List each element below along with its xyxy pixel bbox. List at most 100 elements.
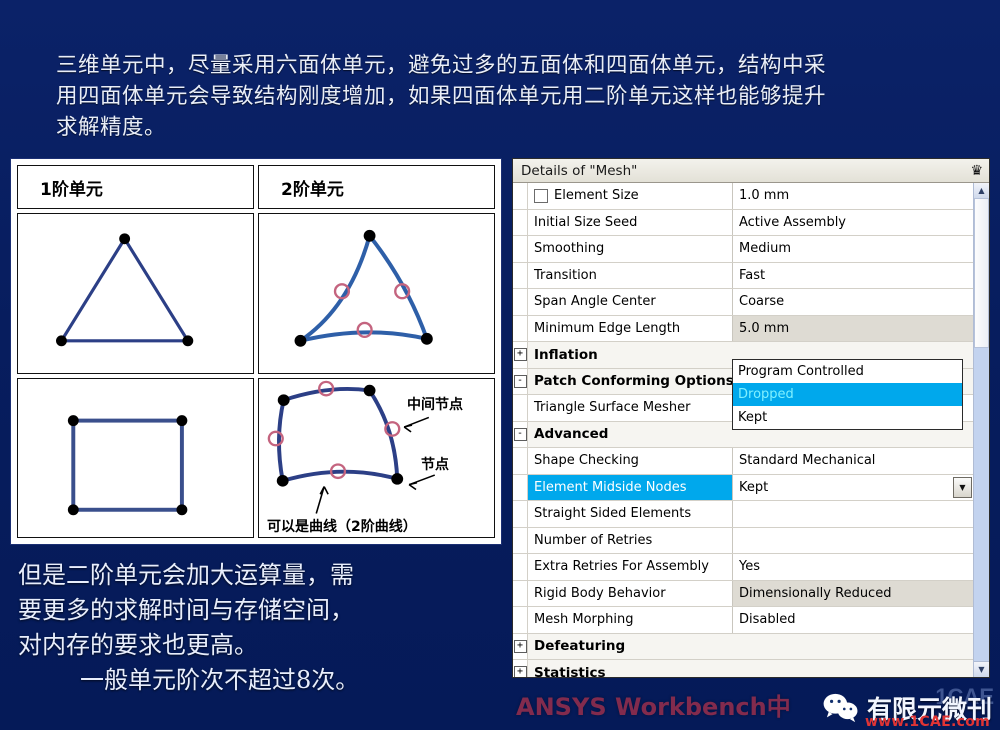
property-row[interactable]: Minimum Edge Length 5.0 mm <box>513 315 973 342</box>
property-name-label: Patch Conforming Options <box>534 373 734 390</box>
panel-body: Element Size 1.0 mm Initial Size Seed Activ… <box>513 183 989 677</box>
site-url-label: www.1CAE.com <box>864 714 990 730</box>
first-order-triangle-figure <box>17 213 254 374</box>
property-row[interactable]: Initial Size Seed Active Assembly <box>513 209 973 236</box>
property-name-cell[interactable]: Extra Retries For Assembly <box>528 554 733 580</box>
property-value-label: Standard Mechanical <box>739 453 876 469</box>
property-row[interactable]: Mesh Morphing Disabled <box>513 607 973 634</box>
property-row[interactable]: Rigid Body Behavior Dimensionally Reduced <box>513 580 973 607</box>
property-value-cell[interactable]: Medium <box>733 236 973 262</box>
property-value-cell[interactable]: Dimensionally Reduced <box>733 580 973 606</box>
row-gutter: + <box>513 633 528 659</box>
property-name-label: Rigid Body Behavior <box>534 585 666 601</box>
property-name-cell[interactable]: Shape Checking <box>528 448 733 474</box>
chevron-down-icon[interactable]: ▼ <box>953 476 972 498</box>
dropdown-option[interactable]: Kept <box>733 406 962 429</box>
property-name-cell[interactable]: Rigid Body Behavior <box>528 580 733 606</box>
bottom-paragraph: 但是二阶单元会加大运算量，需 要更多的求解时间与存储空间， 对内存的要求也更高。… <box>18 558 518 698</box>
property-value-cell[interactable] <box>733 501 973 527</box>
property-row[interactable]: Element Size 1.0 mm <box>513 183 973 210</box>
property-name-label: Advanced <box>534 426 609 443</box>
property-value-cell[interactable]: Kept ▼ <box>733 474 973 501</box>
wechat-icon-svg <box>823 693 858 723</box>
pin-icon[interactable]: ♛ <box>970 164 983 178</box>
annotation-midside-node: 中间节点 <box>407 396 463 413</box>
property-name-cell[interactable]: Smoothing <box>528 236 733 262</box>
property-value-cell[interactable]: 1.0 mm <box>733 183 973 209</box>
annotation-curve-note: 可以是曲线（2阶曲线） <box>267 518 417 535</box>
property-value-cell[interactable]: Standard Mechanical <box>733 448 973 474</box>
row-gutter <box>513 580 528 606</box>
property-value-cell[interactable] <box>796 634 973 660</box>
property-value-cell[interactable]: Coarse <box>733 289 973 315</box>
table-header-first-order: 1阶单元 <box>17 165 254 209</box>
property-name-cell[interactable]: Initial Size Seed <box>528 209 733 235</box>
property-name-cell[interactable]: Element Midside Nodes <box>528 474 733 500</box>
property-name-cell[interactable]: Minimum Edge Length <box>528 315 733 341</box>
property-row[interactable]: Transition Fast <box>513 262 973 289</box>
panel-title-label: Details of "Mesh" <box>521 162 638 179</box>
property-row[interactable]: Smoothing Medium <box>513 236 973 263</box>
expand-icon[interactable]: + <box>513 639 527 653</box>
second-order-triangle-figure <box>258 213 495 374</box>
row-gutter <box>513 209 528 235</box>
property-value-label: Disabled <box>739 612 796 628</box>
property-group-row[interactable]: + Defeaturing <box>513 633 973 660</box>
scrollbar-thumb[interactable] <box>974 198 989 348</box>
property-row[interactable]: Span Angle Center Coarse <box>513 289 973 316</box>
property-row[interactable]: Element Midside Nodes Kept ▼ <box>513 474 973 501</box>
property-name-label: Straight Sided Elements <box>534 506 692 522</box>
header-label: 2阶单元 <box>281 179 344 200</box>
property-name-cell[interactable]: Element Size <box>528 183 733 209</box>
property-name-cell[interactable]: Statistics <box>528 660 786 677</box>
quad-linear-svg <box>67 414 188 515</box>
scroll-down-button[interactable]: ▼ <box>974 661 989 677</box>
expand-icon[interactable]: + <box>513 348 527 362</box>
property-group-row[interactable]: + Statistics <box>513 660 973 677</box>
property-row[interactable]: Shape Checking Standard Mechanical <box>513 448 973 475</box>
property-value-cell[interactable]: Disabled <box>733 607 973 633</box>
first-order-quad-figure <box>17 377 254 538</box>
property-name-label: Triangle Surface Mesher <box>534 400 691 416</box>
element-order-comparison-table: 1阶单元 2阶单元 中间节点 节点 可以是曲线（2阶曲线） <box>10 158 502 545</box>
top-paragraph-line: 求解精度。 <box>56 115 167 140</box>
property-value-cell[interactable]: Fast <box>733 262 973 288</box>
property-row[interactable]: Straight Sided Elements <box>513 501 973 528</box>
expand-icon[interactable]: + <box>513 666 527 677</box>
property-name-cell[interactable]: Mesh Morphing <box>528 607 733 633</box>
property-value-cell[interactable]: Yes <box>733 554 973 580</box>
property-value-cell[interactable]: Active Assembly <box>733 209 973 235</box>
row-gutter <box>513 289 528 315</box>
midside-nodes-dropdown-list[interactable]: Program Controlled Dropped Kept <box>732 359 963 430</box>
dropdown-option[interactable]: Dropped <box>733 383 962 406</box>
property-name-cell[interactable]: Transition <box>528 262 733 288</box>
property-value-label: Dimensionally Reduced <box>739 585 892 601</box>
scroll-up-button[interactable]: ▲ <box>974 183 989 199</box>
ansys-watermark-text: ANSYS Workbench中 <box>516 693 791 721</box>
property-name-cell[interactable]: Triangle Surface Mesher <box>528 395 733 421</box>
row-gutter <box>513 236 528 262</box>
collapse-icon[interactable]: - <box>513 374 527 388</box>
table-header-second-order: 2阶单元 <box>258 165 495 209</box>
property-value-cell[interactable] <box>786 660 973 677</box>
value-combobox[interactable]: Kept ▼ <box>739 475 973 501</box>
checkbox-icon[interactable] <box>534 188 548 203</box>
property-name-cell[interactable]: Span Angle Center <box>528 289 733 315</box>
row-gutter: + <box>513 660 528 677</box>
vertical-scrollbar[interactable]: ▲ ▼ <box>973 183 989 677</box>
property-name-cell[interactable]: Defeaturing <box>528 634 796 660</box>
property-row[interactable]: Extra Retries For Assembly Yes <box>513 554 973 581</box>
row-gutter <box>513 607 528 633</box>
property-name-label: Inflation <box>534 346 598 363</box>
property-row[interactable]: Number of Retries <box>513 527 973 554</box>
property-value-cell[interactable]: 5.0 mm <box>733 315 973 341</box>
property-value-cell[interactable] <box>733 527 973 553</box>
footer: ANSYS Workbench中 1CAE 有限元微刊 www.1CAE.com <box>0 682 1000 730</box>
collapse-icon[interactable]: - <box>513 427 527 441</box>
property-name-label: Element Size <box>554 188 639 204</box>
panel-title-bar: Details of "Mesh" ♛ <box>513 159 989 183</box>
property-name-cell[interactable]: Straight Sided Elements <box>528 501 733 527</box>
bottom-paragraph-line: 对内存的要求也更高。 <box>18 631 258 659</box>
property-name-cell[interactable]: Number of Retries <box>528 527 733 553</box>
dropdown-option[interactable]: Program Controlled <box>733 360 962 383</box>
